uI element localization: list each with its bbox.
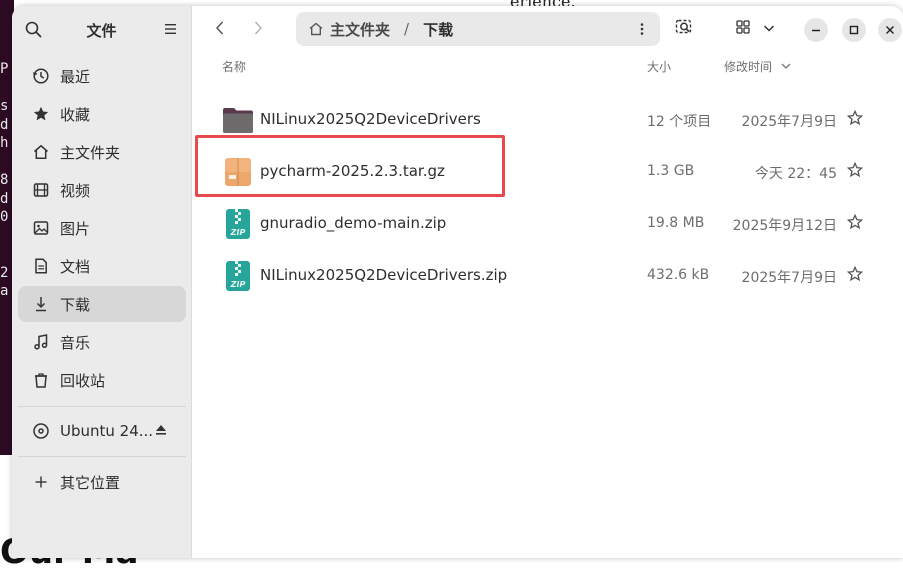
path-segment-current[interactable]: 下载 xyxy=(423,19,453,40)
maximize-icon xyxy=(848,21,860,40)
sidebar-item-label: 最近 xyxy=(60,67,91,86)
path-separator: / xyxy=(404,20,410,38)
column-header-modified[interactable]: 修改时间 xyxy=(724,58,792,75)
file-size: 1.3 GB xyxy=(647,163,695,179)
search-icon xyxy=(674,17,694,41)
toolbar: 主文件夹 / 下载 xyxy=(192,6,903,54)
back-button[interactable] xyxy=(208,18,232,42)
sidebar-item-other-locations[interactable]: 其它位置 xyxy=(18,464,186,500)
hamburger-menu-icon[interactable] xyxy=(163,21,179,37)
highlight-box xyxy=(195,135,505,197)
sort-chevron-down-icon xyxy=(780,60,792,74)
file-manager-window: 文件 最近 收藏 主文件夹 视频 图片 文档 下载 音乐 回收站 Ubuntu … xyxy=(12,6,903,558)
sidebar-divider xyxy=(18,406,186,407)
view-toggle-button[interactable] xyxy=(732,18,754,40)
sidebar-item-pictures[interactable]: 图片 xyxy=(18,210,186,246)
sidebar-item-home[interactable]: 主文件夹 xyxy=(18,134,186,170)
path-bar[interactable]: 主文件夹 / 下载 xyxy=(296,12,660,46)
image-icon xyxy=(32,219,50,237)
search-button[interactable] xyxy=(673,18,695,40)
trash-icon xyxy=(32,371,50,389)
star-outline-icon[interactable] xyxy=(846,161,864,179)
folder-icon xyxy=(222,104,254,136)
sidebar-item-downloads[interactable]: 下载 xyxy=(18,286,186,322)
sidebar-item-label: 其它位置 xyxy=(60,473,121,492)
sidebar-item-music[interactable]: 音乐 xyxy=(18,324,186,360)
file-modified: 2025年7月9日 xyxy=(741,270,837,286)
sidebar-item-label: 回收站 xyxy=(60,371,106,390)
star-outline-icon[interactable] xyxy=(846,265,864,283)
more-options-icon[interactable] xyxy=(634,21,650,37)
home-icon xyxy=(308,21,324,37)
file-row[interactable]: ZIP NILinux2025Q2DeviceDrivers.zip 432.6… xyxy=(192,250,903,302)
close-button[interactable] xyxy=(878,18,902,42)
sidebar-item-recent[interactable]: 最近 xyxy=(18,58,186,94)
sidebar-item-trash[interactable]: 回收站 xyxy=(18,362,186,398)
file-name: NILinux2025Q2DeviceDrivers.zip xyxy=(260,266,508,284)
svg-text:ZIP: ZIP xyxy=(230,280,246,289)
minimize-button[interactable] xyxy=(804,18,828,42)
forward-button[interactable] xyxy=(246,18,270,42)
column-header-size[interactable]: 大小 xyxy=(647,58,671,75)
chevron-left-icon xyxy=(214,20,226,41)
file-size: 12 个项目 xyxy=(647,114,712,130)
view-menu-button[interactable] xyxy=(758,18,780,40)
minimize-icon xyxy=(810,21,822,40)
plus-icon xyxy=(32,473,50,491)
chevron-right-icon xyxy=(252,20,264,41)
star-outline-icon[interactable] xyxy=(846,213,864,231)
file-modified: 2025年7月9日 xyxy=(741,114,837,130)
chevron-down-icon xyxy=(762,20,776,39)
sidebar-item-label: 视频 xyxy=(60,181,91,200)
sidebar-header: 文件 xyxy=(12,6,191,54)
star-outline-icon[interactable] xyxy=(846,109,864,127)
column-header-label: 修改时间 xyxy=(724,60,773,74)
maximize-button[interactable] xyxy=(842,18,866,42)
sidebar-item-label: 收藏 xyxy=(60,105,91,124)
sidebar-item-label: 下载 xyxy=(60,295,91,314)
eject-icon[interactable] xyxy=(154,423,168,437)
music-icon xyxy=(32,333,50,351)
zip-icon: ZIP xyxy=(222,208,254,240)
sidebar-item-label: 音乐 xyxy=(60,333,91,352)
file-size: 432.6 kB xyxy=(647,267,710,283)
grid-view-icon xyxy=(735,19,751,39)
file-size: 19.8 MB xyxy=(647,215,705,231)
sidebar-item-label: 文档 xyxy=(60,257,91,276)
sidebar-item-label: 图片 xyxy=(60,219,91,238)
close-icon xyxy=(884,21,896,40)
path-segment-home[interactable]: 主文件夹 xyxy=(330,19,390,40)
file-modified: 今天 22：45 xyxy=(754,166,837,182)
disc-icon xyxy=(32,422,50,440)
sidebar-item-documents[interactable]: 文档 xyxy=(18,248,186,284)
file-name: gnuradio_demo-main.zip xyxy=(260,214,447,232)
file-name: NILinux2025Q2DeviceDrivers xyxy=(260,110,481,128)
zip-icon: ZIP xyxy=(222,260,254,292)
sidebar-item-label: 主文件夹 xyxy=(60,143,121,162)
sidebar-item-starred[interactable]: 收藏 xyxy=(18,96,186,132)
document-icon xyxy=(32,257,50,275)
sidebar-divider xyxy=(18,456,186,457)
main-content: 主文件夹 / 下载 名称 大小 修改时间 NILinux2025Q2Device… xyxy=(192,6,903,558)
home-icon xyxy=(32,143,50,161)
download-icon xyxy=(32,295,50,313)
file-row[interactable]: ZIP gnuradio_demo-main.zip 19.8 MB 2025年… xyxy=(192,198,903,250)
star-icon xyxy=(32,105,50,123)
sidebar-item-videos[interactable]: 视频 xyxy=(18,172,186,208)
sidebar: 文件 最近 收藏 主文件夹 视频 图片 文档 下载 音乐 回收站 Ubuntu … xyxy=(12,6,192,558)
sidebar-item-device[interactable]: Ubuntu 24... xyxy=(18,413,186,449)
clock-icon xyxy=(32,67,50,85)
file-modified: 2025年9月12日 xyxy=(732,218,837,234)
sidebar-item-label: Ubuntu 24... xyxy=(60,422,154,440)
column-header-name[interactable]: 名称 xyxy=(222,58,246,75)
svg-text:ZIP: ZIP xyxy=(230,228,246,237)
film-icon xyxy=(32,181,50,199)
